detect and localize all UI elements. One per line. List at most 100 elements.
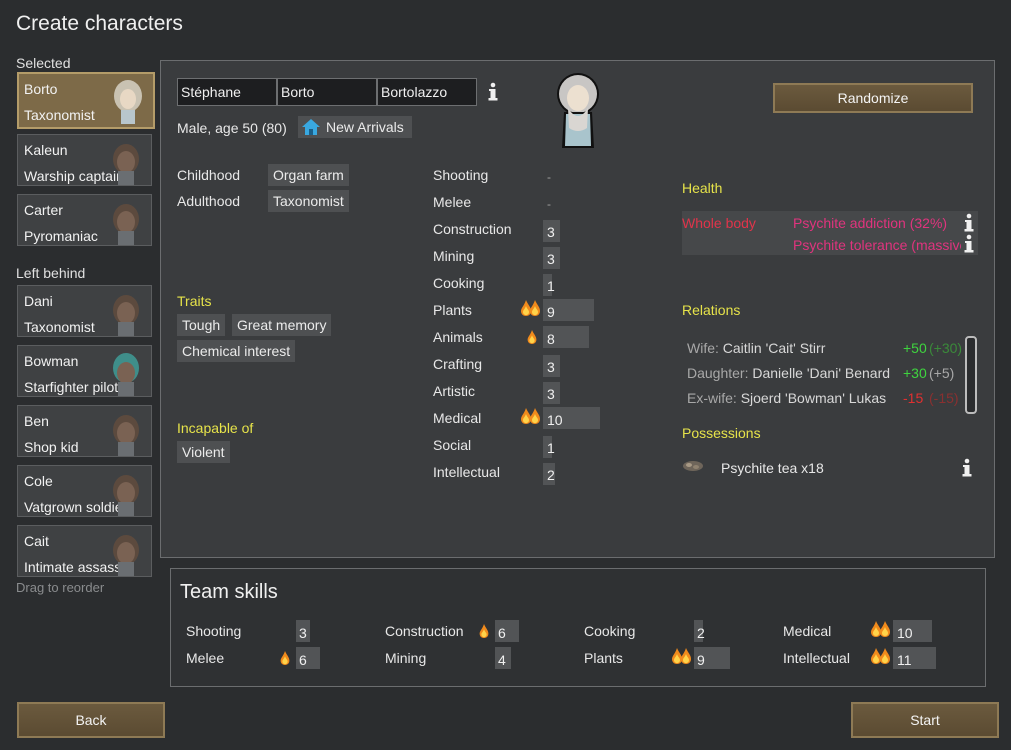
left-behind-label: Left behind	[16, 265, 86, 281]
health-condition: Psychite tolerance (massive)	[793, 237, 961, 253]
skill-name: Plants	[433, 302, 472, 318]
skill-name: Construction	[433, 221, 512, 237]
relation-row[interactable]: Wife: Caitlin 'Cait' Stirr	[687, 340, 825, 356]
skill-name: Medical	[433, 410, 482, 426]
pawn-portrait	[113, 535, 139, 576]
info-icon[interactable]	[962, 213, 976, 233]
traits-heading: Traits	[177, 293, 212, 309]
possessions-heading: Possessions	[682, 425, 761, 441]
relation-type: Wife:	[687, 340, 719, 356]
pawn-role: Taxonomist	[24, 319, 95, 335]
relation-row[interactable]: Daughter: Danielle 'Dani' Benard	[687, 365, 890, 381]
pawn-card-borto[interactable]: Borto Taxonomist	[17, 72, 155, 129]
passion-minor-icon	[527, 330, 537, 344]
childhood-backstory[interactable]: Organ farm	[268, 164, 349, 186]
pawn-portrait	[113, 204, 139, 245]
trait-chip[interactable]: Great memory	[232, 314, 332, 336]
faction-name: New Arrivals	[326, 119, 404, 135]
pawn-name: Dani	[24, 293, 53, 309]
selected-label: Selected	[16, 55, 71, 71]
trait-chip[interactable]: Chemical interest	[177, 340, 296, 362]
team-skill-value: 6	[299, 652, 307, 668]
skill-value: 3	[547, 359, 555, 375]
pawn-role: Shop kid	[24, 439, 79, 455]
relations-scrollbar[interactable]	[965, 336, 977, 414]
first-name-field[interactable]: Stéphane	[177, 78, 277, 106]
skill-name: Mining	[433, 248, 475, 264]
skill-value: 9	[547, 304, 555, 320]
possession-item: Psychite tea x18	[721, 460, 824, 476]
skill-name: Crafting	[433, 356, 483, 372]
window-title: Create characters	[16, 12, 183, 35]
info-icon[interactable]	[486, 82, 500, 102]
info-icon[interactable]	[962, 234, 976, 254]
incapable-heading: Incapable of	[177, 420, 254, 436]
relation-name: Danielle 'Dani' Benard	[752, 365, 891, 381]
pawn-portrait	[113, 295, 139, 336]
info-icon[interactable]	[960, 458, 974, 478]
team-skill-name: Mining	[385, 650, 427, 666]
skill-name: Artistic	[433, 383, 475, 399]
back-button[interactable]: Back	[17, 702, 165, 738]
relation-opinion: -15	[903, 390, 924, 406]
randomize-button[interactable]: Randomize	[773, 83, 973, 113]
incapable-chip[interactable]: Violent	[177, 441, 230, 463]
pawn-name: Bowman	[24, 353, 79, 369]
skill-name: Cooking	[433, 275, 485, 291]
faction-button[interactable]: New Arrivals	[298, 116, 412, 138]
faction-icon	[302, 119, 320, 135]
skill-value: 1	[547, 278, 555, 294]
trait-chip[interactable]: Tough	[177, 314, 226, 336]
skill-value: 10	[547, 412, 563, 428]
team-skill-name: Melee	[186, 650, 225, 666]
pawn-card-dani[interactable]: Dani Taxonomist	[17, 285, 152, 337]
team-skill-value: 4	[498, 652, 506, 668]
passion-major-icon	[521, 300, 540, 316]
passion-major-icon	[672, 648, 691, 664]
pawn-name: Carter	[24, 202, 63, 218]
nick-name-field[interactable]: Borto	[277, 78, 377, 106]
team-skill-value: 2	[697, 625, 705, 641]
relation-type: Ex-wife:	[687, 390, 737, 406]
passion-major-icon	[871, 621, 890, 637]
skill-name: Animals	[433, 329, 483, 345]
team-skill-value: 10	[897, 625, 913, 641]
relation-opinion: +50	[903, 340, 927, 356]
skill-name: Melee	[433, 194, 472, 210]
relation-their-opinion: (+5)	[929, 365, 955, 381]
drag-hint: Drag to reorder	[16, 580, 105, 595]
skill-value: 3	[547, 224, 555, 240]
team-skill-name: Intellectual	[783, 650, 850, 666]
adulthood-backstory[interactable]: Taxonomist	[268, 190, 349, 212]
pawn-card-bowman[interactable]: Bowman Starfighter pilot	[17, 345, 152, 397]
relation-row[interactable]: Ex-wife: Sjoerd 'Bowman' Lukas	[687, 390, 886, 406]
relation-their-opinion: (+30)	[929, 340, 963, 356]
health-body-part: Whole body	[682, 215, 756, 231]
team-skill-value: 9	[697, 652, 705, 668]
skill-name: Social	[433, 437, 472, 453]
pawn-card-ben[interactable]: Ben Shop kid	[17, 405, 152, 457]
pawn-role: Pyromaniac	[24, 228, 98, 244]
pawn-name: Cole	[24, 473, 53, 489]
passion-minor-icon	[479, 624, 489, 638]
pawn-role: Starfighter pilot	[24, 379, 119, 395]
pawn-card-cole[interactable]: Cole Vatgrown soldier	[17, 465, 152, 517]
team-skill-value: 6	[498, 625, 506, 641]
team-skill-name: Cooking	[584, 623, 636, 639]
pawn-portrait	[113, 475, 139, 516]
last-name-field[interactable]: Bortolazzo	[377, 78, 477, 106]
start-button[interactable]: Start	[851, 702, 999, 738]
skill-name: Shooting	[433, 167, 489, 183]
health-heading: Health	[682, 180, 723, 196]
pawn-card-kaleun[interactable]: Kaleun Warship captain	[17, 134, 152, 186]
relations-heading: Relations	[682, 302, 741, 318]
pawn-card-carter[interactable]: Carter Pyromaniac	[17, 194, 152, 246]
team-skill-name: Construction	[385, 623, 464, 639]
pawn-name: Ben	[24, 413, 49, 429]
pawn-portrait	[113, 144, 139, 185]
team-skill-name: Plants	[584, 650, 623, 666]
pawn-card-cait[interactable]: Cait Intimate assassin	[17, 525, 152, 577]
pawn-name: Borto	[24, 81, 58, 97]
team-skills-panel	[170, 568, 986, 687]
team-skill-name: Shooting	[186, 623, 242, 639]
